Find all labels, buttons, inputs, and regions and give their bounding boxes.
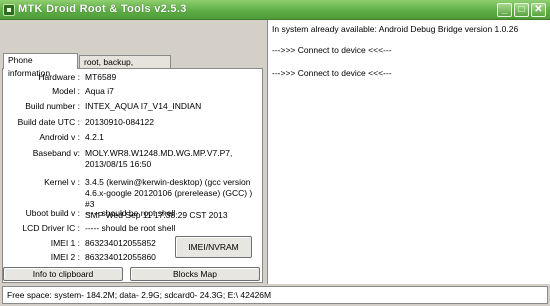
info-label: LCD Driver IC :: [22, 223, 80, 233]
info-value: 863234012055852: [85, 238, 156, 248]
info-value: 4.2.1: [85, 132, 104, 142]
info-label: Kernel v :: [44, 177, 80, 187]
info-label: Android v :: [39, 132, 80, 142]
status-bar: Free space: system- 184.2M; data- 2.9G; …: [2, 286, 548, 304]
info-label: IMEI 2 :: [50, 252, 80, 262]
info-label: Baseband v:: [32, 148, 80, 158]
window-title: MTK Droid Root & Tools v2.5.3: [18, 3, 187, 15]
info-label: IMEI 1 :: [50, 238, 80, 248]
log-output[interactable]: In system already available: Android Deb…: [267, 20, 550, 284]
close-button[interactable]: ✕: [531, 3, 546, 17]
app-icon: [3, 4, 15, 16]
info-value: ----- should be root shell: [85, 208, 176, 218]
info-value: INTEX_AQUA I7_V14_INDIAN: [85, 101, 202, 111]
info-label: Build number :: [25, 101, 80, 111]
info-to-clipboard-button[interactable]: Info to clipboard: [3, 267, 123, 281]
info-value: 20130910-084122: [85, 117, 155, 127]
title-bar[interactable]: MTK Droid Root & Tools v2.5.3 _ □ ✕: [0, 0, 550, 20]
tab-phone-information[interactable]: Phone information: [3, 53, 78, 78]
info-label: Build date UTC :: [17, 117, 80, 127]
info-value: Aqua i7: [85, 86, 114, 96]
info-value: 863234012055860: [85, 252, 156, 262]
log-line: --->>> Connect to device <<<---: [272, 68, 392, 78]
info-label: Uboot build v :: [25, 208, 80, 218]
info-label: Model :: [52, 86, 80, 96]
info-value: MOLY.WR8.W1248.MD.WG.MP.V7.P7, 2013/08/1…: [85, 148, 233, 169]
imei-nvram-button[interactable]: IMEI/NVRAM: [175, 236, 252, 258]
info-value: ----- should be root shell: [85, 223, 176, 233]
info-value: MT6589: [85, 72, 117, 82]
minimize-button[interactable]: _: [497, 3, 512, 17]
tab-root-backup-recovery[interactable]: root, backup, recovery: [79, 55, 171, 80]
maximize-button[interactable]: □: [514, 3, 529, 17]
log-line: In system already available: Android Deb…: [272, 24, 519, 34]
blocks-map-button[interactable]: Blocks Map: [130, 267, 260, 281]
log-line: --->>> Connect to device <<<---: [272, 45, 392, 55]
